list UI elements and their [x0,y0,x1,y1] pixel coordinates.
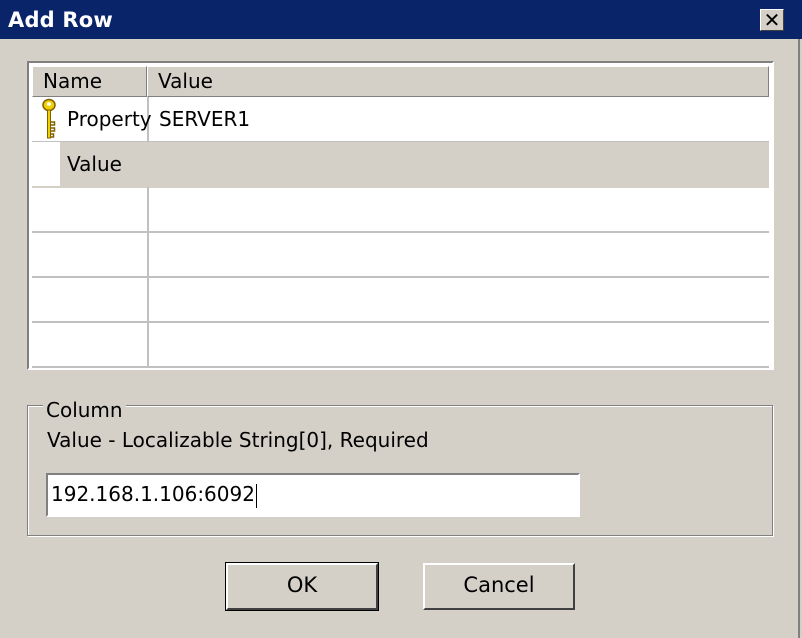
name-cell[interactable]: Property [32,97,152,143]
name-cell[interactable] [32,232,149,278]
grid-row-empty[interactable] [32,232,769,278]
name-cell-text: Value [67,152,122,176]
key-icon [42,98,56,139]
value-cell-text: SERVER1 [159,107,251,131]
close-icon: ✕ [763,8,781,32]
name-cell-text: Property [67,107,152,131]
grid-row-value[interactable]: Value [32,142,769,188]
name-cell[interactable] [32,322,149,368]
title-bar[interactable]: Add Row ✕ [0,0,802,39]
window-edge-line [798,39,800,638]
cancel-button[interactable]: Cancel [423,563,575,610]
column-header-name[interactable]: Name [32,66,147,97]
value-cell[interactable] [149,277,769,323]
grid-row-empty[interactable] [32,187,769,233]
value-cell[interactable] [149,322,769,368]
ok-button-label: OK [286,573,318,597]
grid-row-empty[interactable] [32,277,769,323]
value-cell[interactable] [149,232,769,278]
value-input[interactable]: 192.168.1.106:6092 [46,473,580,517]
name-cell[interactable] [32,277,149,323]
column-group-legend: Column [43,398,126,422]
value-cell[interactable] [149,187,769,233]
rows-grid[interactable]: Name Value Property SERVER1 Value [27,61,774,370]
value-input-text: 192.168.1.106:6092 [51,482,255,506]
name-cell[interactable] [32,187,149,233]
grid-header: Name Value [32,66,769,97]
text-caret [255,483,257,508]
value-cell[interactable] [149,142,769,188]
cancel-button-label: Cancel [463,573,535,597]
column-description: Value - Localizable String[0], Required [47,428,429,452]
column-header-value[interactable]: Value [147,66,769,97]
window-title: Add Row [8,8,114,32]
grid-row-property[interactable]: Property SERVER1 [32,97,769,143]
value-cell[interactable]: SERVER1 [149,97,769,143]
close-button[interactable]: ✕ [760,9,784,31]
name-cell[interactable]: Value [32,142,149,188]
grid-row-empty[interactable] [32,322,769,368]
ok-button[interactable]: OK [225,562,379,611]
